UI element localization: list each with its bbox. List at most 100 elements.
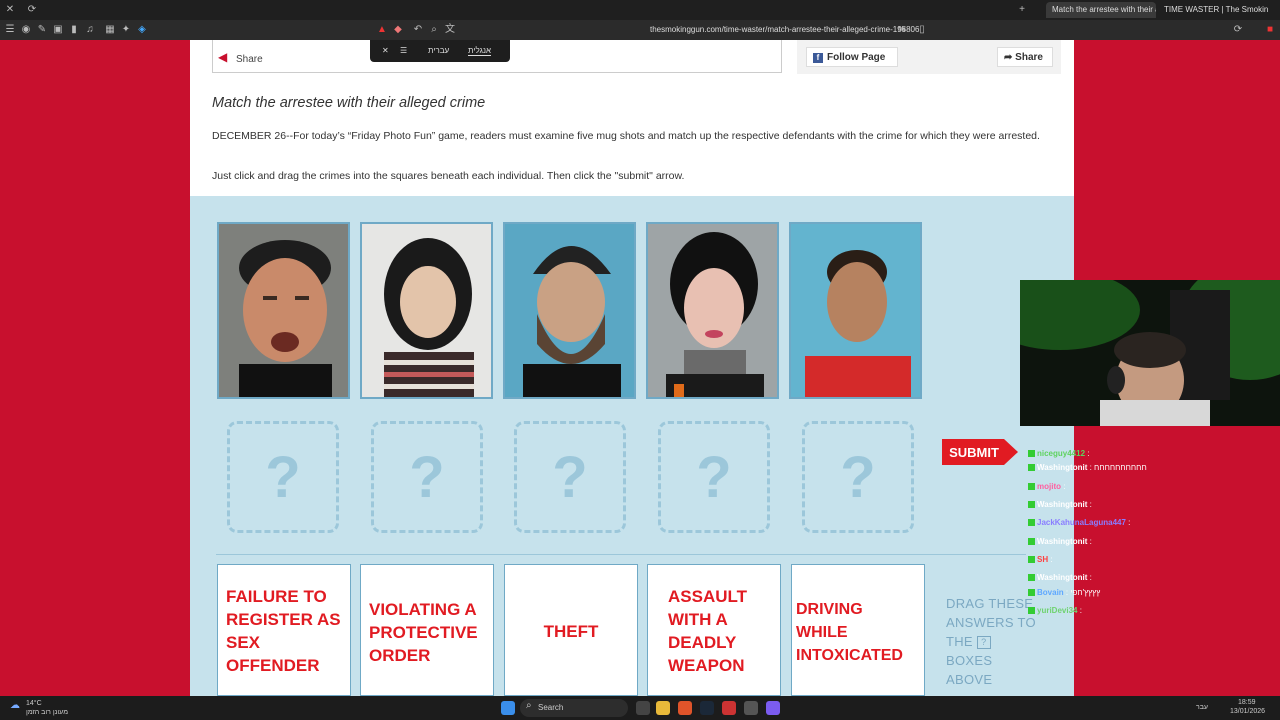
share-button[interactable]: ➦ Share: [997, 47, 1053, 67]
chat-user: Washingtonit: [1037, 573, 1088, 582]
follow-page-button[interactable]: f Follow Page: [806, 47, 898, 67]
answer-card-4[interactable]: ASSAULT WITH A DEADLY WEAPON: [647, 564, 781, 696]
mugshot-1-portrait: [219, 224, 348, 397]
taskbar-search[interactable]: Search: [520, 699, 628, 717]
badge-icon: [1028, 450, 1035, 458]
chat-text: :: [1063, 482, 1066, 491]
facebook-icon: f: [813, 53, 823, 63]
article-instructions: Just click and drag the crimes into the …: [212, 170, 685, 182]
share-arrow-icon: ◀: [218, 50, 228, 64]
menu-icon[interactable]: ☰: [4, 24, 16, 36]
site-settings-icon[interactable]: ⇋: [896, 24, 908, 36]
task-view-icon[interactable]: [636, 701, 650, 715]
profile-icon[interactable]: ■: [1264, 24, 1276, 36]
chat-message: Washingtonit :: [1028, 573, 1092, 586]
chat-user: Washingtonit: [1037, 463, 1088, 472]
mugshot-4: [646, 222, 779, 399]
divider: [216, 554, 1026, 555]
zoom-icon[interactable]: ⌕: [428, 24, 440, 36]
tab-label: TIME WASTER | The Smoking Gun: [1164, 5, 1268, 14]
tab-label: Match the arrestee with their alle...: [1052, 5, 1156, 14]
answer-text: VIOLATING A PROTECTIVE ORDER: [369, 600, 478, 665]
brave-browser-icon[interactable]: [678, 701, 692, 715]
follow-label: Follow Page: [827, 52, 886, 63]
submit-button[interactable]: SUBMIT: [942, 437, 1018, 467]
discord-icon[interactable]: [766, 701, 780, 715]
close-icon[interactable]: ✕: [4, 4, 16, 16]
chat-text: :: [1089, 537, 1092, 546]
mugshot-1: [217, 222, 350, 399]
url-bar[interactable]: thesmokinggun.com/time-waster/match-arre…: [650, 25, 919, 34]
lang-hebrew-tab[interactable]: עברית: [428, 46, 449, 55]
pen-icon[interactable]: ✎: [36, 24, 48, 36]
reload-icon[interactable]: ⟳: [1232, 24, 1244, 36]
drop-slot-3[interactable]: ?: [514, 421, 626, 533]
chat-message: niceguy4412 :: [1028, 449, 1090, 462]
mugshot-2-portrait: [362, 224, 491, 397]
menu-icon[interactable]: ☰: [400, 46, 407, 55]
search-label: Search: [538, 703, 564, 712]
tab-smoking-gun[interactable]: TIME WASTER | The Smoking Gun: [1158, 2, 1268, 18]
sidebar-icon[interactable]: ▮: [68, 24, 80, 36]
steam-icon[interactable]: [700, 701, 714, 715]
answer-card-1[interactable]: FAILURE TO REGISTER AS SEX OFFENDER: [217, 564, 351, 696]
music-icon[interactable]: ♫: [84, 24, 96, 36]
taskbar: ☁ 14°C מעונן רוב הזמן Search ⌕ עבר 18:59…: [0, 696, 1280, 720]
chat-text: :: [1087, 449, 1090, 458]
back-icon[interactable]: ↶: [412, 24, 424, 36]
drop-slot-1[interactable]: ?: [227, 421, 339, 533]
refresh-icon[interactable]: ⟳: [26, 4, 38, 16]
drop-slot-4[interactable]: ?: [658, 421, 770, 533]
bookmark-icon[interactable]: ▯: [916, 24, 928, 36]
chat-message: Washingtonit :: [1028, 537, 1092, 550]
drop-slot-2[interactable]: ?: [371, 421, 483, 533]
screenshot-icon[interactable]: ▦: [104, 24, 116, 36]
translate-page-icon[interactable]: 文: [444, 24, 456, 36]
translate-icon[interactable]: ◈: [136, 24, 148, 36]
badge-icon: [1028, 538, 1035, 546]
answer-text: DRIVING WHILE INTOXICATED: [796, 601, 903, 664]
chat-user: mojito: [1037, 482, 1061, 491]
share-link[interactable]: Share: [236, 54, 263, 65]
chat-user: Bovain: [1037, 588, 1064, 597]
new-tab-icon[interactable]: +: [1016, 4, 1028, 16]
brave-icon[interactable]: ▲: [376, 24, 388, 36]
browser-toolbar: ☰ ◉ ✎ ▣ ▮ ♫ ▦ ✦ ◈ ▲ ◆ ↶ ⌕ 文 thesmokinggu…: [0, 20, 1280, 40]
tabs-icon[interactable]: ▣: [52, 24, 64, 36]
mugshot-4-portrait: [648, 224, 777, 397]
chat-message: mojito :: [1028, 482, 1065, 495]
lang-english-tab[interactable]: אנגלית: [468, 46, 492, 56]
shield-icon[interactable]: ◉: [20, 24, 32, 36]
chat-text: :: [1089, 500, 1092, 509]
answer-card-5[interactable]: DRIVING WHILE INTOXICATED: [791, 564, 925, 696]
chat-user: niceguy4412: [1037, 449, 1086, 458]
badge-icon: [1028, 501, 1035, 509]
tab-active[interactable]: Match the arrestee with their alle...: [1046, 2, 1156, 18]
drag-text-2: BOXES ABOVE: [946, 653, 993, 687]
mugshot-3-portrait: [505, 224, 634, 397]
answer-card-2[interactable]: VIOLATING A PROTECTIVE ORDER: [360, 564, 494, 696]
close-icon[interactable]: ✕: [382, 46, 389, 55]
answer-text: FAILURE TO REGISTER AS SEX OFFENDER: [226, 587, 341, 675]
chat-user: yuriDevi34: [1037, 606, 1078, 615]
mugshot-5-portrait: [791, 224, 920, 397]
vpn-icon[interactable]: ◆: [392, 24, 404, 36]
badge-icon: [1028, 574, 1035, 582]
answer-text: THEFT: [543, 622, 599, 641]
drop-slot-5[interactable]: ?: [802, 421, 914, 533]
answer-text: ASSAULT WITH A DEADLY WEAPON: [668, 587, 748, 675]
app-icon[interactable]: [722, 701, 736, 715]
translate-bar: ✕ ☰ עברית אנגלית: [370, 40, 510, 62]
article-paragraph: DECEMBER 26--For today’s “Friday Photo F…: [212, 130, 1040, 142]
weather-icon[interactable]: ☁: [10, 700, 20, 711]
windows-start-icon[interactable]: [501, 701, 515, 715]
answer-card-3[interactable]: THEFT: [504, 564, 638, 696]
language-indicator[interactable]: עבר: [1196, 704, 1208, 711]
app-icon-2[interactable]: [744, 701, 758, 715]
chat-text: :: [1089, 573, 1092, 582]
extensions-icon[interactable]: ✦: [120, 24, 132, 36]
chat-message: Washingtonit :: [1028, 500, 1092, 513]
clock-date: 13/01/2026: [1230, 708, 1266, 715]
chat-message: Washingtonit : חחחחחחחחחח: [1028, 463, 1147, 476]
file-explorer-icon[interactable]: [656, 701, 670, 715]
